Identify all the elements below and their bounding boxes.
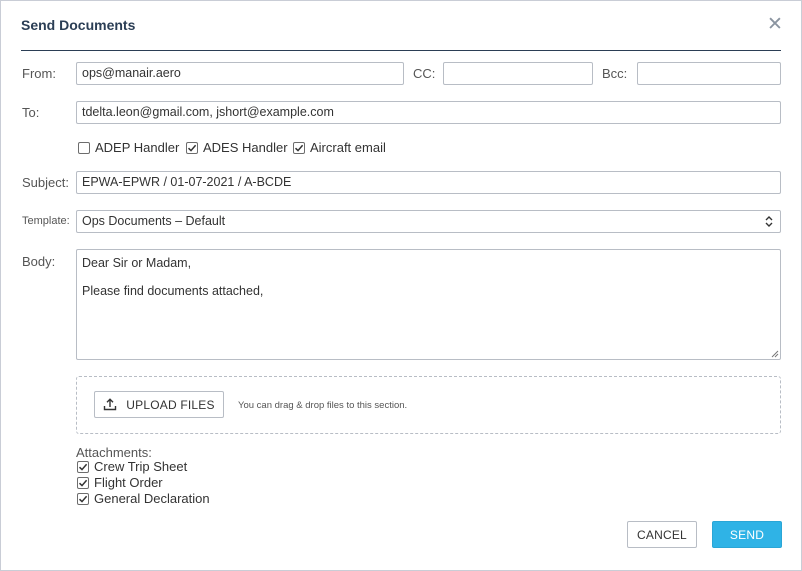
send-button[interactable]: SEND — [712, 521, 782, 548]
drop-hint-text: You can drag & drop files to this sectio… — [238, 400, 408, 411]
subject-field[interactable]: EPWA-EPWR / 01-07-2021 / A-BCDE — [76, 171, 781, 194]
check-icon — [294, 144, 304, 152]
aircraft-email-label: Aircraft email — [310, 140, 386, 155]
attachments-label: Attachments: — [76, 445, 152, 460]
upload-files-label: UPLOAD FILES — [126, 397, 215, 412]
template-label: Template: — [22, 215, 70, 227]
cc-field[interactable] — [443, 62, 593, 85]
body-label: Body: — [22, 254, 56, 269]
adep-handler-option[interactable]: ADEP Handler — [78, 140, 179, 155]
check-icon — [78, 479, 88, 487]
body-textarea[interactable]: Dear Sir or Madam, Please find documents… — [76, 249, 781, 360]
attachment-label: General Declaration — [94, 491, 210, 506]
from-field[interactable]: ops@manair.aero — [76, 62, 404, 85]
to-label: To: — [22, 105, 40, 120]
body-line: Please find documents attached, — [82, 284, 264, 298]
cc-label: CC: — [413, 66, 436, 81]
check-icon — [187, 144, 197, 152]
aircraft-email-checkbox[interactable] — [293, 141, 305, 154]
template-select[interactable]: Ops Documents – Default — [76, 210, 781, 233]
dialog-title: Send Documents — [21, 17, 136, 33]
attachment-item[interactable]: General Declaration — [77, 491, 210, 506]
adep-handler-label: ADEP Handler — [95, 140, 180, 155]
bcc-label: Bcc: — [602, 66, 628, 81]
upload-icon — [104, 398, 117, 411]
body-line: Dear Sir or Madam, — [82, 256, 192, 270]
close-icon[interactable]: ✕ — [766, 15, 784, 34]
check-icon — [78, 495, 88, 503]
attachment-item[interactable]: Flight Order — [77, 475, 163, 490]
attachment-label: Flight Order — [94, 475, 163, 490]
attachment-checkbox[interactable] — [77, 492, 89, 505]
attachment-checkbox[interactable] — [77, 460, 89, 473]
aircraft-email-option[interactable]: Aircraft email — [293, 140, 386, 155]
subject-label: Subject: — [22, 175, 69, 190]
file-drop-zone[interactable]: UPLOAD FILES You can drag & drop files t… — [76, 376, 781, 434]
ades-handler-option[interactable]: ADES Handler — [186, 140, 288, 155]
adep-handler-checkbox[interactable] — [78, 141, 90, 154]
send-documents-dialog: Send Documents ✕ From: ops@manair.aero C… — [0, 0, 802, 571]
from-label: From: — [22, 66, 56, 81]
chevron-up-down-icon — [765, 216, 773, 227]
bcc-field[interactable] — [637, 62, 781, 85]
to-field[interactable]: tdelta.leon@gmail.com, jshort@example.co… — [76, 101, 781, 124]
upload-files-button[interactable]: UPLOAD FILES — [94, 391, 224, 418]
template-selected-value: Ops Documents – Default — [82, 214, 226, 228]
ades-handler-checkbox[interactable] — [186, 141, 198, 154]
cancel-button[interactable]: CANCEL — [627, 521, 697, 548]
resize-handle-icon[interactable] — [770, 349, 779, 358]
attachment-checkbox[interactable] — [77, 476, 89, 489]
ades-handler-label: ADES Handler — [203, 140, 288, 155]
check-icon — [78, 463, 88, 471]
attachment-label: Crew Trip Sheet — [94, 459, 188, 474]
attachment-item[interactable]: Crew Trip Sheet — [77, 459, 187, 474]
title-divider — [21, 50, 781, 51]
